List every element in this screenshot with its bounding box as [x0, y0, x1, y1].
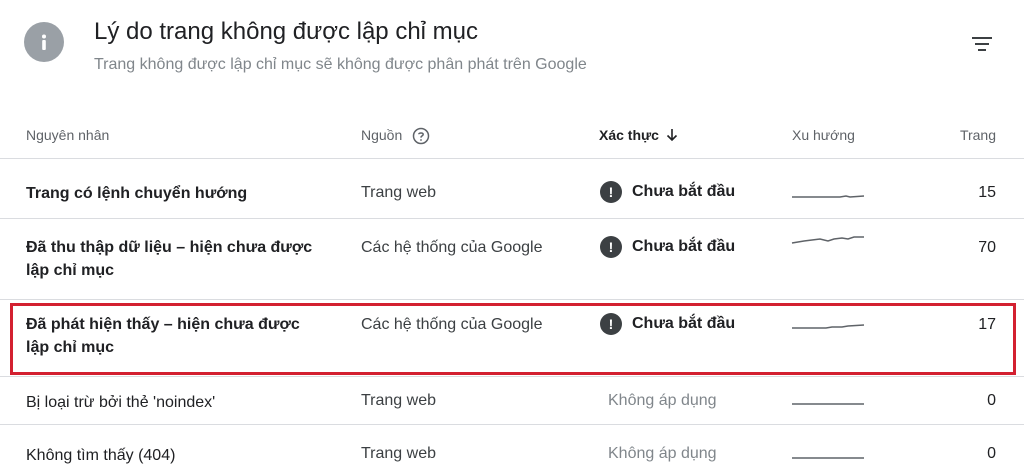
column-header-source[interactable]: Nguồn	[361, 127, 430, 145]
row-source: Trang web	[361, 392, 436, 409]
column-header-trend: Xu hướng	[792, 127, 855, 143]
row-reason: Không tìm thấy (404)	[26, 447, 176, 464]
table-row[interactable]: Trang có lệnh chuyển hướng Trang web ! C…	[0, 159, 1024, 219]
trend-sparkline	[792, 324, 865, 329]
exclamation-icon: !	[600, 313, 622, 335]
table-row[interactable]: Đã phát hiện thấy – hiện chưa được lập c…	[0, 300, 1024, 377]
row-page-count: 0	[987, 445, 996, 462]
row-status-label: Chưa bắt đầu	[632, 183, 736, 200]
column-header-pages[interactable]: Trang	[960, 127, 996, 143]
table-row[interactable]: Không tìm thấy (404) Trang web Không áp …	[0, 425, 1024, 472]
help-icon[interactable]	[412, 127, 430, 145]
column-header-validation-label: Xác thực	[599, 127, 659, 143]
filter-icon[interactable]	[968, 30, 996, 58]
row-reason-line1: Đã thu thập dữ liệu – hiện chưa được	[26, 239, 313, 256]
row-reason: Đã phát hiện thấy – hiện chưa được lập c…	[26, 313, 300, 359]
page-title: Lý do trang không được lập chỉ mục	[94, 18, 479, 45]
row-reason: Bị loại trừ bởi thẻ 'noindex'	[26, 394, 216, 411]
page-subtitle: Trang không được lập chỉ mục sẽ không đư…	[94, 56, 587, 73]
row-status: Không áp dụng	[608, 392, 717, 409]
arrow-down-icon	[666, 129, 678, 142]
row-status-label: Chưa bắt đầu	[632, 315, 736, 332]
column-header-reason[interactable]: Nguyên nhân	[26, 127, 109, 143]
column-header-validation[interactable]: Xác thực	[599, 127, 679, 143]
row-page-count: 15	[978, 184, 996, 201]
table-row[interactable]: Bị loại trừ bởi thẻ 'noindex' Trang web …	[0, 377, 1024, 425]
report-header: Lý do trang không được lập chỉ mục Trang…	[0, 0, 1024, 96]
exclamation-icon: !	[600, 236, 622, 258]
row-reason-line1: Đã phát hiện thấy – hiện chưa được	[26, 316, 300, 333]
trend-sparkline	[792, 457, 864, 459]
table-header: Nguyên nhân Nguồn Xác thực Xu hướng Tran…	[0, 112, 1024, 159]
row-page-count: 0	[987, 392, 996, 409]
trend-sparkline	[792, 195, 865, 198]
row-reason-line2: lập chỉ mục	[26, 339, 115, 356]
trend-sparkline	[792, 403, 864, 405]
row-status-label: Chưa bắt đầu	[632, 238, 736, 255]
row-status: ! Chưa bắt đầu	[600, 313, 735, 335]
row-reason: Trang có lệnh chuyển hướng	[26, 185, 248, 202]
row-reason-line2: lập chỉ mục	[26, 262, 115, 279]
trend-sparkline	[791, 236, 864, 244]
column-header-source-label: Nguồn	[361, 127, 403, 143]
row-page-count: 70	[978, 239, 996, 256]
row-page-count: 17	[978, 316, 996, 333]
row-source: Các hệ thống của Google	[361, 239, 543, 256]
row-source: Trang web	[361, 184, 436, 201]
row-status: ! Chưa bắt đầu	[600, 181, 735, 203]
info-icon	[24, 22, 64, 62]
exclamation-icon: !	[600, 181, 622, 203]
row-reason: Đã thu thập dữ liệu – hiện chưa được lập…	[26, 236, 312, 282]
row-status: Không áp dụng	[608, 445, 717, 462]
row-source: Các hệ thống của Google	[361, 316, 543, 333]
row-source: Trang web	[361, 445, 436, 462]
row-status: ! Chưa bắt đầu	[600, 236, 735, 258]
table-row[interactable]: Đã thu thập dữ liệu – hiện chưa được lập…	[0, 219, 1024, 300]
